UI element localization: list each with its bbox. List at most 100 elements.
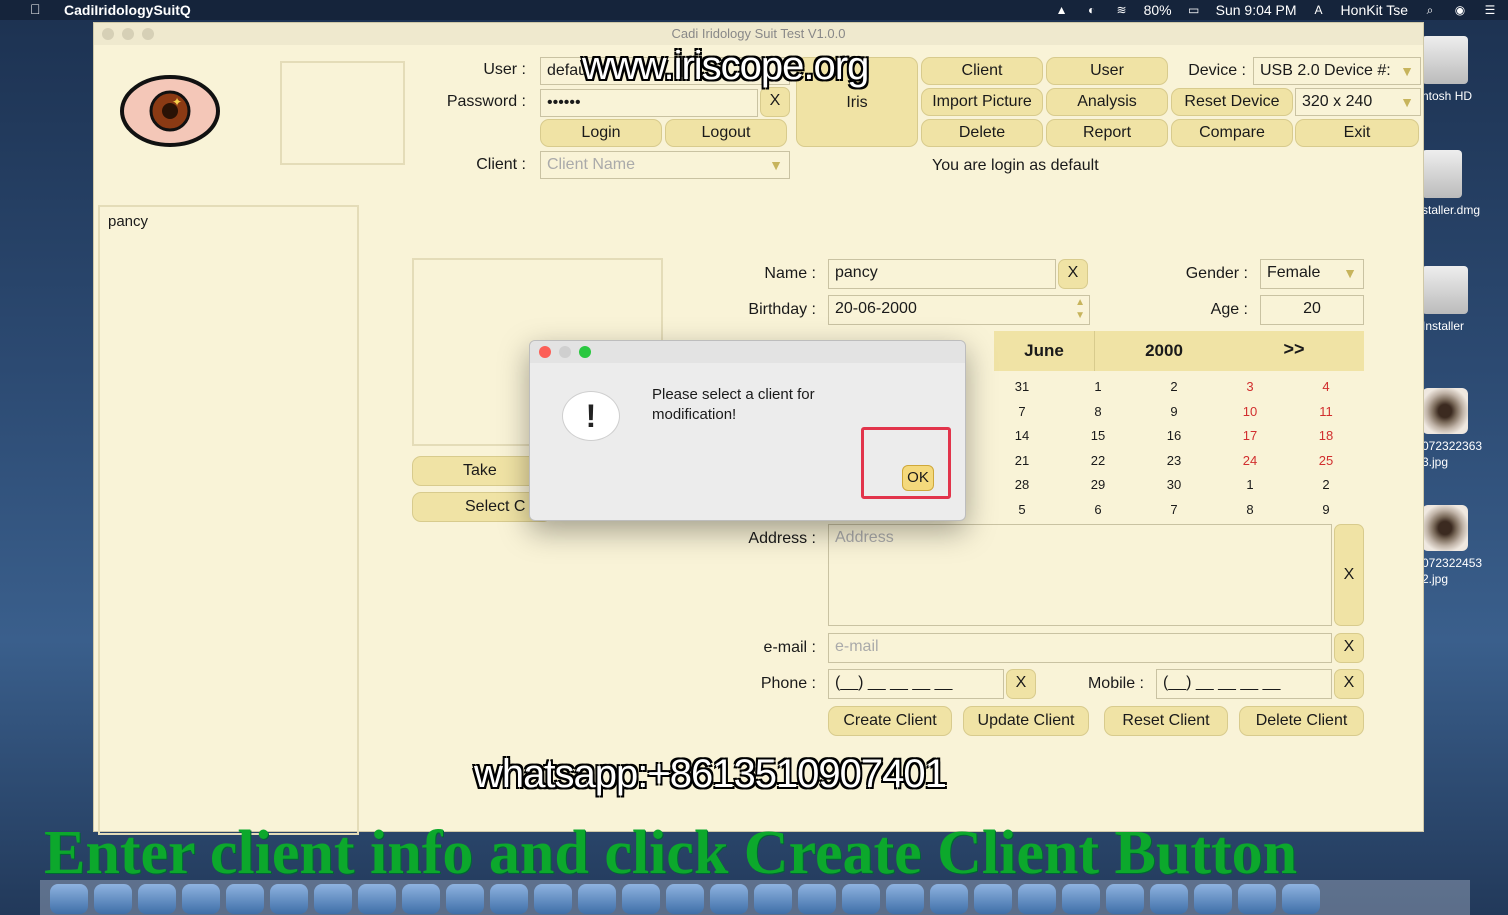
clear-phone-button[interactable]: X [1006, 669, 1036, 699]
finder-icon[interactable] [50, 884, 88, 914]
list-item[interactable]: pancy [100, 207, 357, 236]
update-client-button[interactable]: Update Client [963, 706, 1089, 736]
password-field[interactable]: •••••• [540, 89, 758, 117]
notification-icon[interactable]: ☰ [1482, 3, 1498, 17]
calendar-day[interactable]: 6 [1060, 498, 1136, 523]
login-button[interactable]: Login [540, 119, 662, 147]
calendar-day[interactable]: 4 [1288, 375, 1364, 400]
calendar-day[interactable]: 31 [984, 375, 1060, 400]
notes-icon[interactable] [358, 884, 396, 914]
client-button[interactable]: Client [921, 57, 1043, 85]
apple-icon[interactable]:  [30, 1, 41, 17]
photos-icon[interactable] [490, 884, 528, 914]
calendar-day[interactable]: 30 [1136, 473, 1212, 498]
compare-button[interactable]: Compare [1171, 119, 1293, 147]
calendar-day[interactable]: 8 [1212, 498, 1288, 523]
app-store-icon[interactable] [930, 884, 968, 914]
stepper-icon[interactable]: ▲ ▼ [1075, 296, 1085, 322]
folder-icon[interactable] [1194, 884, 1232, 914]
analysis-button[interactable]: Analysis [1046, 88, 1168, 116]
client-list[interactable]: pancy [98, 205, 359, 835]
gender-select[interactable]: Female ▼ [1260, 259, 1364, 289]
calendar-day[interactable]: 22 [1060, 449, 1136, 474]
messages-icon[interactable] [534, 884, 572, 914]
document-icon[interactable] [1150, 884, 1188, 914]
reminders-icon[interactable] [402, 884, 440, 914]
facetime-icon[interactable] [578, 884, 616, 914]
report-button[interactable]: Report [1046, 119, 1168, 147]
create-client-button[interactable]: Create Client [828, 706, 952, 736]
clear-name-button[interactable]: X [1058, 259, 1088, 289]
sync-icon[interactable]: ◐ [1084, 3, 1100, 17]
tv-icon[interactable] [842, 884, 880, 914]
clear-password-button[interactable]: X [760, 87, 790, 117]
calendar-day[interactable]: 16 [1136, 424, 1212, 449]
calendar-icon[interactable] [314, 884, 352, 914]
app-menu-name[interactable]: CadiIridologySuitQ [64, 2, 191, 18]
spotlight-icon[interactable]: ⌕ [1422, 3, 1438, 17]
minimize-icon[interactable] [122, 28, 134, 40]
address-field[interactable]: Address [828, 524, 1332, 626]
device-select[interactable]: USB 2.0 Device #: ▼ [1253, 57, 1421, 85]
age-field[interactable]: 20 [1260, 295, 1364, 325]
calendar-day[interactable]: 1 [1212, 473, 1288, 498]
resolution-select[interactable]: 320 x 240 ▼ [1295, 88, 1421, 116]
calendar-day[interactable]: 17 [1212, 424, 1288, 449]
numbers-icon[interactable] [710, 884, 748, 914]
trash-icon[interactable] [1282, 884, 1320, 914]
calendar-day[interactable]: 21 [984, 449, 1060, 474]
desktop-icon-hd[interactable]: ntosh HD [1422, 36, 1508, 104]
desktop-icon-image-1[interactable]: 072322363 3.jpg [1422, 388, 1508, 470]
calendar-day[interactable]: 2 [1136, 375, 1212, 400]
desktop-icon-image-2[interactable]: 072322453 2.jpg [1422, 505, 1508, 587]
user-button[interactable]: User [1046, 57, 1168, 85]
mobile-field[interactable]: (__) __ __ __ __ [1156, 669, 1332, 699]
contacts-icon[interactable] [270, 884, 308, 914]
phone-field[interactable]: (__) __ __ __ __ [828, 669, 1004, 699]
maps-icon[interactable] [446, 884, 484, 914]
desktop-icon-dmg[interactable]: staller.dmg [1422, 150, 1508, 218]
zoom-icon[interactable] [579, 346, 591, 358]
keynote-icon[interactable] [666, 884, 704, 914]
app-icon[interactable] [1062, 884, 1100, 914]
logout-button[interactable]: Logout [665, 119, 787, 147]
upload-icon[interactable]: ▲ [1054, 3, 1070, 17]
calendar-grid[interactable]: 31 1 2 3 4 7 8 9 10 11 14 15 16 17 18 21… [984, 375, 1364, 522]
delete-client-button[interactable]: Delete Client [1239, 706, 1364, 736]
calendar-day[interactable]: 29 [1060, 473, 1136, 498]
music-icon[interactable] [754, 884, 792, 914]
zoom-icon[interactable] [142, 28, 154, 40]
system-preferences-icon[interactable] [974, 884, 1012, 914]
safari-icon[interactable] [182, 884, 220, 914]
calendar-day[interactable]: 8 [1060, 400, 1136, 425]
calendar-day[interactable]: 11 [1288, 400, 1364, 425]
close-icon[interactable] [539, 346, 551, 358]
calendar-day[interactable]: 28 [984, 473, 1060, 498]
close-icon[interactable] [102, 28, 114, 40]
calendar-day[interactable]: 3 [1212, 375, 1288, 400]
user-name[interactable]: HonKit Tse [1341, 2, 1408, 18]
name-field[interactable]: pancy [828, 259, 1056, 289]
calendar-year[interactable]: 2000 [1114, 341, 1214, 361]
siri-icon[interactable] [94, 884, 132, 914]
calendar-day[interactable]: 7 [1136, 498, 1212, 523]
calendar-day[interactable]: 23 [1136, 449, 1212, 474]
calendar-day[interactable]: 18 [1288, 424, 1364, 449]
import-picture-button[interactable]: Import Picture [921, 88, 1043, 116]
calendar-day[interactable]: 9 [1136, 400, 1212, 425]
email-field[interactable]: e-mail [828, 633, 1332, 663]
client-select[interactable]: Client Name ▼ [540, 151, 790, 179]
obs-icon[interactable] [1018, 884, 1056, 914]
downloads-icon[interactable] [1238, 884, 1276, 914]
calendar-day[interactable]: 9 [1288, 498, 1364, 523]
podcasts-icon[interactable] [798, 884, 836, 914]
input-source-icon[interactable]: A [1311, 3, 1327, 17]
calendar-day[interactable]: 14 [984, 424, 1060, 449]
mail-icon[interactable] [622, 884, 660, 914]
desktop-icon-installer[interactable]: Installer [1422, 266, 1508, 334]
reset-device-button[interactable]: Reset Device [1171, 88, 1293, 116]
calendar-day[interactable]: 15 [1060, 424, 1136, 449]
launchpad-icon[interactable] [138, 884, 176, 914]
calendar-day[interactable]: 24 [1212, 449, 1288, 474]
calendar-day[interactable]: 5 [984, 498, 1060, 523]
